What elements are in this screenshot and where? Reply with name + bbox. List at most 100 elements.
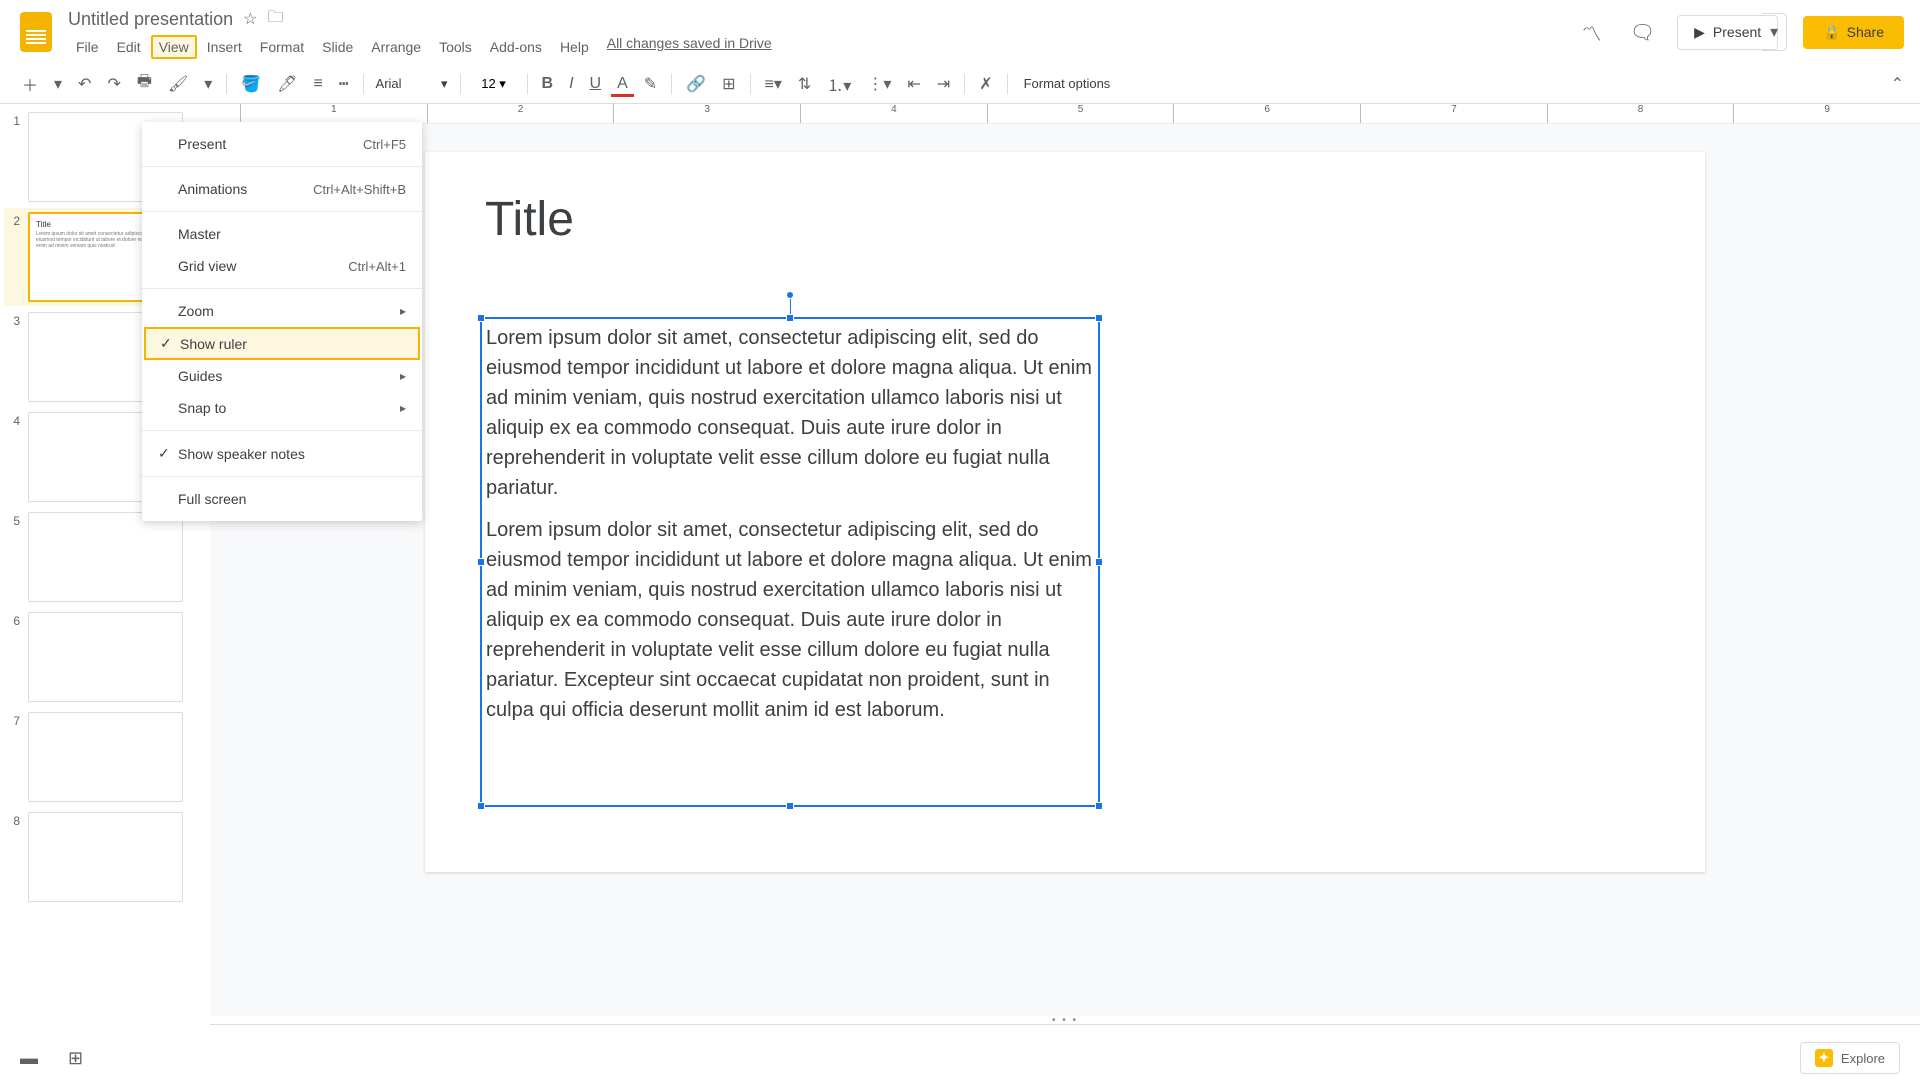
resize-handle-bl[interactable] xyxy=(477,802,485,810)
menu-view[interactable]: View xyxy=(151,35,197,59)
align-button[interactable]: ≡▾ xyxy=(759,70,788,98)
link-button[interactable]: 🔗 xyxy=(680,70,712,98)
grid-view-button[interactable]: ⊞ xyxy=(68,1048,83,1069)
resize-handle-bm[interactable] xyxy=(786,802,794,810)
slide-thumb-8[interactable]: 8 xyxy=(8,812,202,902)
slide-thumb-6[interactable]: 6 xyxy=(8,612,202,702)
present-dropdown[interactable]: ▾ xyxy=(1762,13,1787,51)
separator xyxy=(671,74,672,94)
bulleted-list-button[interactable]: ⋮▾ xyxy=(861,70,897,98)
highlight-button[interactable]: ✎ xyxy=(638,70,663,98)
dd-master[interactable]: Master xyxy=(142,218,422,250)
fill-color-button[interactable]: 🪣 xyxy=(235,70,267,98)
resize-handle-tr[interactable] xyxy=(1095,314,1103,322)
slide-thumb-5[interactable]: 5 xyxy=(8,512,202,602)
separator xyxy=(1007,74,1008,94)
menu-arrange[interactable]: Arrange xyxy=(363,35,429,59)
folder-icon[interactable]: 🗀 xyxy=(267,6,283,33)
text-paragraph-2[interactable]: Lorem ipsum dolor sit amet, consectetur … xyxy=(486,515,1094,725)
undo-button[interactable]: ↶ xyxy=(72,70,97,98)
slide-title[interactable]: Title xyxy=(485,192,1645,247)
dd-grid-view[interactable]: Grid viewCtrl+Alt+1 xyxy=(142,250,422,282)
text-paragraph-1[interactable]: Lorem ipsum dolor sit amet, consectetur … xyxy=(486,323,1094,503)
separator xyxy=(142,288,422,289)
filmstrip-view-button[interactable]: ▬ xyxy=(20,1048,38,1069)
slide-canvas[interactable]: Title Lorem ipsum dolor sit amet, consec… xyxy=(425,152,1705,872)
italic-button[interactable]: I xyxy=(563,71,579,97)
zoom-dropdown[interactable]: ▾ xyxy=(198,70,218,98)
resize-handle-tl[interactable] xyxy=(477,314,485,322)
border-dash-button[interactable]: ┅ xyxy=(333,70,355,98)
clear-format-button[interactable]: ✗ xyxy=(973,70,998,98)
view-dropdown: PresentCtrl+F5 AnimationsCtrl+Alt+Shift+… xyxy=(142,122,422,521)
redo-button[interactable]: ↷ xyxy=(101,70,126,98)
menu-insert[interactable]: Insert xyxy=(199,35,250,59)
doc-info: Untitled presentation ☆ 🗀 File Edit View… xyxy=(68,6,1576,59)
dd-present[interactable]: PresentCtrl+F5 xyxy=(142,128,422,160)
font-select[interactable]: Arial▾ xyxy=(372,74,452,94)
resize-handle-mr[interactable] xyxy=(1095,558,1103,566)
menu-tools[interactable]: Tools xyxy=(431,35,480,59)
canvas-area: 1 2 3 4 5 6 7 8 9 Title xyxy=(210,104,1920,1080)
new-slide-button[interactable]: ＋ xyxy=(16,68,44,100)
dd-zoom[interactable]: Zoom▸ xyxy=(142,295,422,327)
present-icon: ▶ xyxy=(1694,24,1705,41)
menu-help[interactable]: Help xyxy=(552,35,597,59)
slides-logo[interactable] xyxy=(16,12,56,52)
separator xyxy=(142,166,422,167)
drive-status[interactable]: All changes saved in Drive xyxy=(607,35,772,59)
slide-thumb-7[interactable]: 7 xyxy=(8,712,202,802)
resize-handle-ml[interactable] xyxy=(477,558,485,566)
star-icon[interactable]: ☆ xyxy=(243,9,257,29)
header-actions: 〽 🗨 ▶ Present ▾ 🔒 Share xyxy=(1576,12,1904,53)
notes-resize-handle[interactable]: • • • xyxy=(210,1016,1920,1024)
separator xyxy=(460,74,461,94)
text-color-button[interactable]: A xyxy=(611,71,634,97)
explore-button[interactable]: ✦ Explore xyxy=(1800,1042,1900,1074)
dd-speaker-notes[interactable]: ✓Show speaker notes xyxy=(142,437,422,470)
doc-title[interactable]: Untitled presentation xyxy=(68,9,233,30)
menu-format[interactable]: Format xyxy=(252,35,312,59)
share-label: Share xyxy=(1847,24,1884,40)
text-box-selected[interactable]: Lorem ipsum dolor sit amet, consectetur … xyxy=(480,317,1100,807)
rotate-handle[interactable] xyxy=(786,291,794,299)
paint-format-button[interactable]: 🖌 xyxy=(162,70,194,98)
activity-icon[interactable]: 〽 xyxy=(1576,12,1608,53)
bold-button[interactable]: B xyxy=(536,71,560,97)
font-size-select[interactable]: 12 ▾ xyxy=(469,76,519,92)
print-button[interactable]: 🖶 xyxy=(131,66,158,101)
indent-increase-button[interactable]: ⇥ xyxy=(931,70,956,98)
chevron-right-icon: ▸ xyxy=(400,401,406,415)
dd-snap-to[interactable]: Snap to▸ xyxy=(142,392,422,424)
resize-handle-tm[interactable] xyxy=(786,314,794,322)
collapse-toolbar-button[interactable]: ⌃ xyxy=(1891,74,1904,94)
explore-icon: ✦ xyxy=(1815,1049,1833,1067)
format-options-button[interactable]: Format options xyxy=(1024,76,1111,91)
separator xyxy=(964,74,965,94)
menu-file[interactable]: File xyxy=(68,35,107,59)
menu-edit[interactable]: Edit xyxy=(109,35,149,59)
underline-button[interactable]: U xyxy=(584,71,608,97)
lock-icon: 🔒 xyxy=(1823,24,1840,41)
separator xyxy=(363,74,364,94)
dd-show-ruler[interactable]: ✓Show ruler xyxy=(144,327,420,360)
dd-full-screen[interactable]: Full screen xyxy=(142,483,422,515)
border-color-button[interactable]: 🖊 xyxy=(271,70,303,98)
line-spacing-button[interactable]: ⇅ xyxy=(792,70,817,98)
dd-guides[interactable]: Guides▸ xyxy=(142,360,422,392)
comments-icon[interactable]: 🗨 xyxy=(1624,14,1661,51)
menu-addons[interactable]: Add-ons xyxy=(482,35,550,59)
chevron-right-icon: ▸ xyxy=(400,369,406,383)
slide-wrapper[interactable]: Title Lorem ipsum dolor sit amet, consec… xyxy=(210,124,1920,1016)
border-weight-button[interactable]: ≡ xyxy=(308,71,329,97)
menu-slide[interactable]: Slide xyxy=(314,35,361,59)
check-icon: ✓ xyxy=(160,335,180,352)
new-slide-dropdown[interactable]: ▾ xyxy=(48,70,68,98)
share-button[interactable]: 🔒 Share xyxy=(1803,16,1904,49)
numbered-list-button[interactable]: ⒈▾ xyxy=(821,68,857,100)
indent-decrease-button[interactable]: ⇤ xyxy=(901,70,926,98)
dd-animations[interactable]: AnimationsCtrl+Alt+Shift+B xyxy=(142,173,422,205)
comment-button[interactable]: ⊞ xyxy=(716,70,741,98)
resize-handle-br[interactable] xyxy=(1095,802,1103,810)
toolbar: ＋ ▾ ↶ ↷ 🖶 🖌 ▾ 🪣 🖊 ≡ ┅ Arial▾ 12 ▾ B I U … xyxy=(0,64,1920,104)
